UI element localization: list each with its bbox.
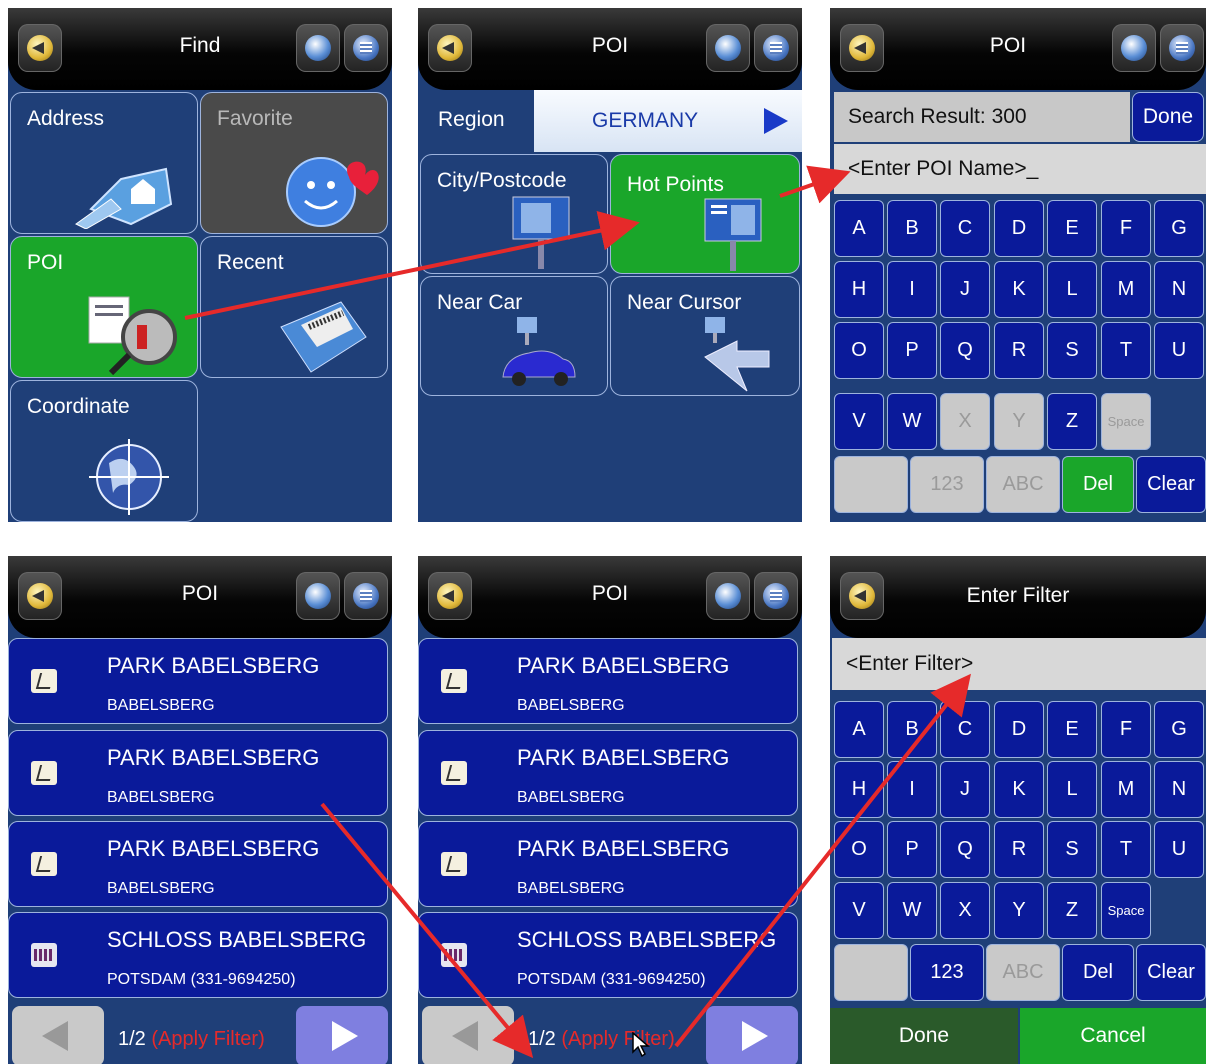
flow-arrow	[184, 211, 640, 320]
flow-arrow	[674, 673, 971, 1048]
flow-arrows	[184, 165, 971, 1059]
flow-arrow	[320, 802, 534, 1059]
flow-arrow	[779, 165, 851, 204]
